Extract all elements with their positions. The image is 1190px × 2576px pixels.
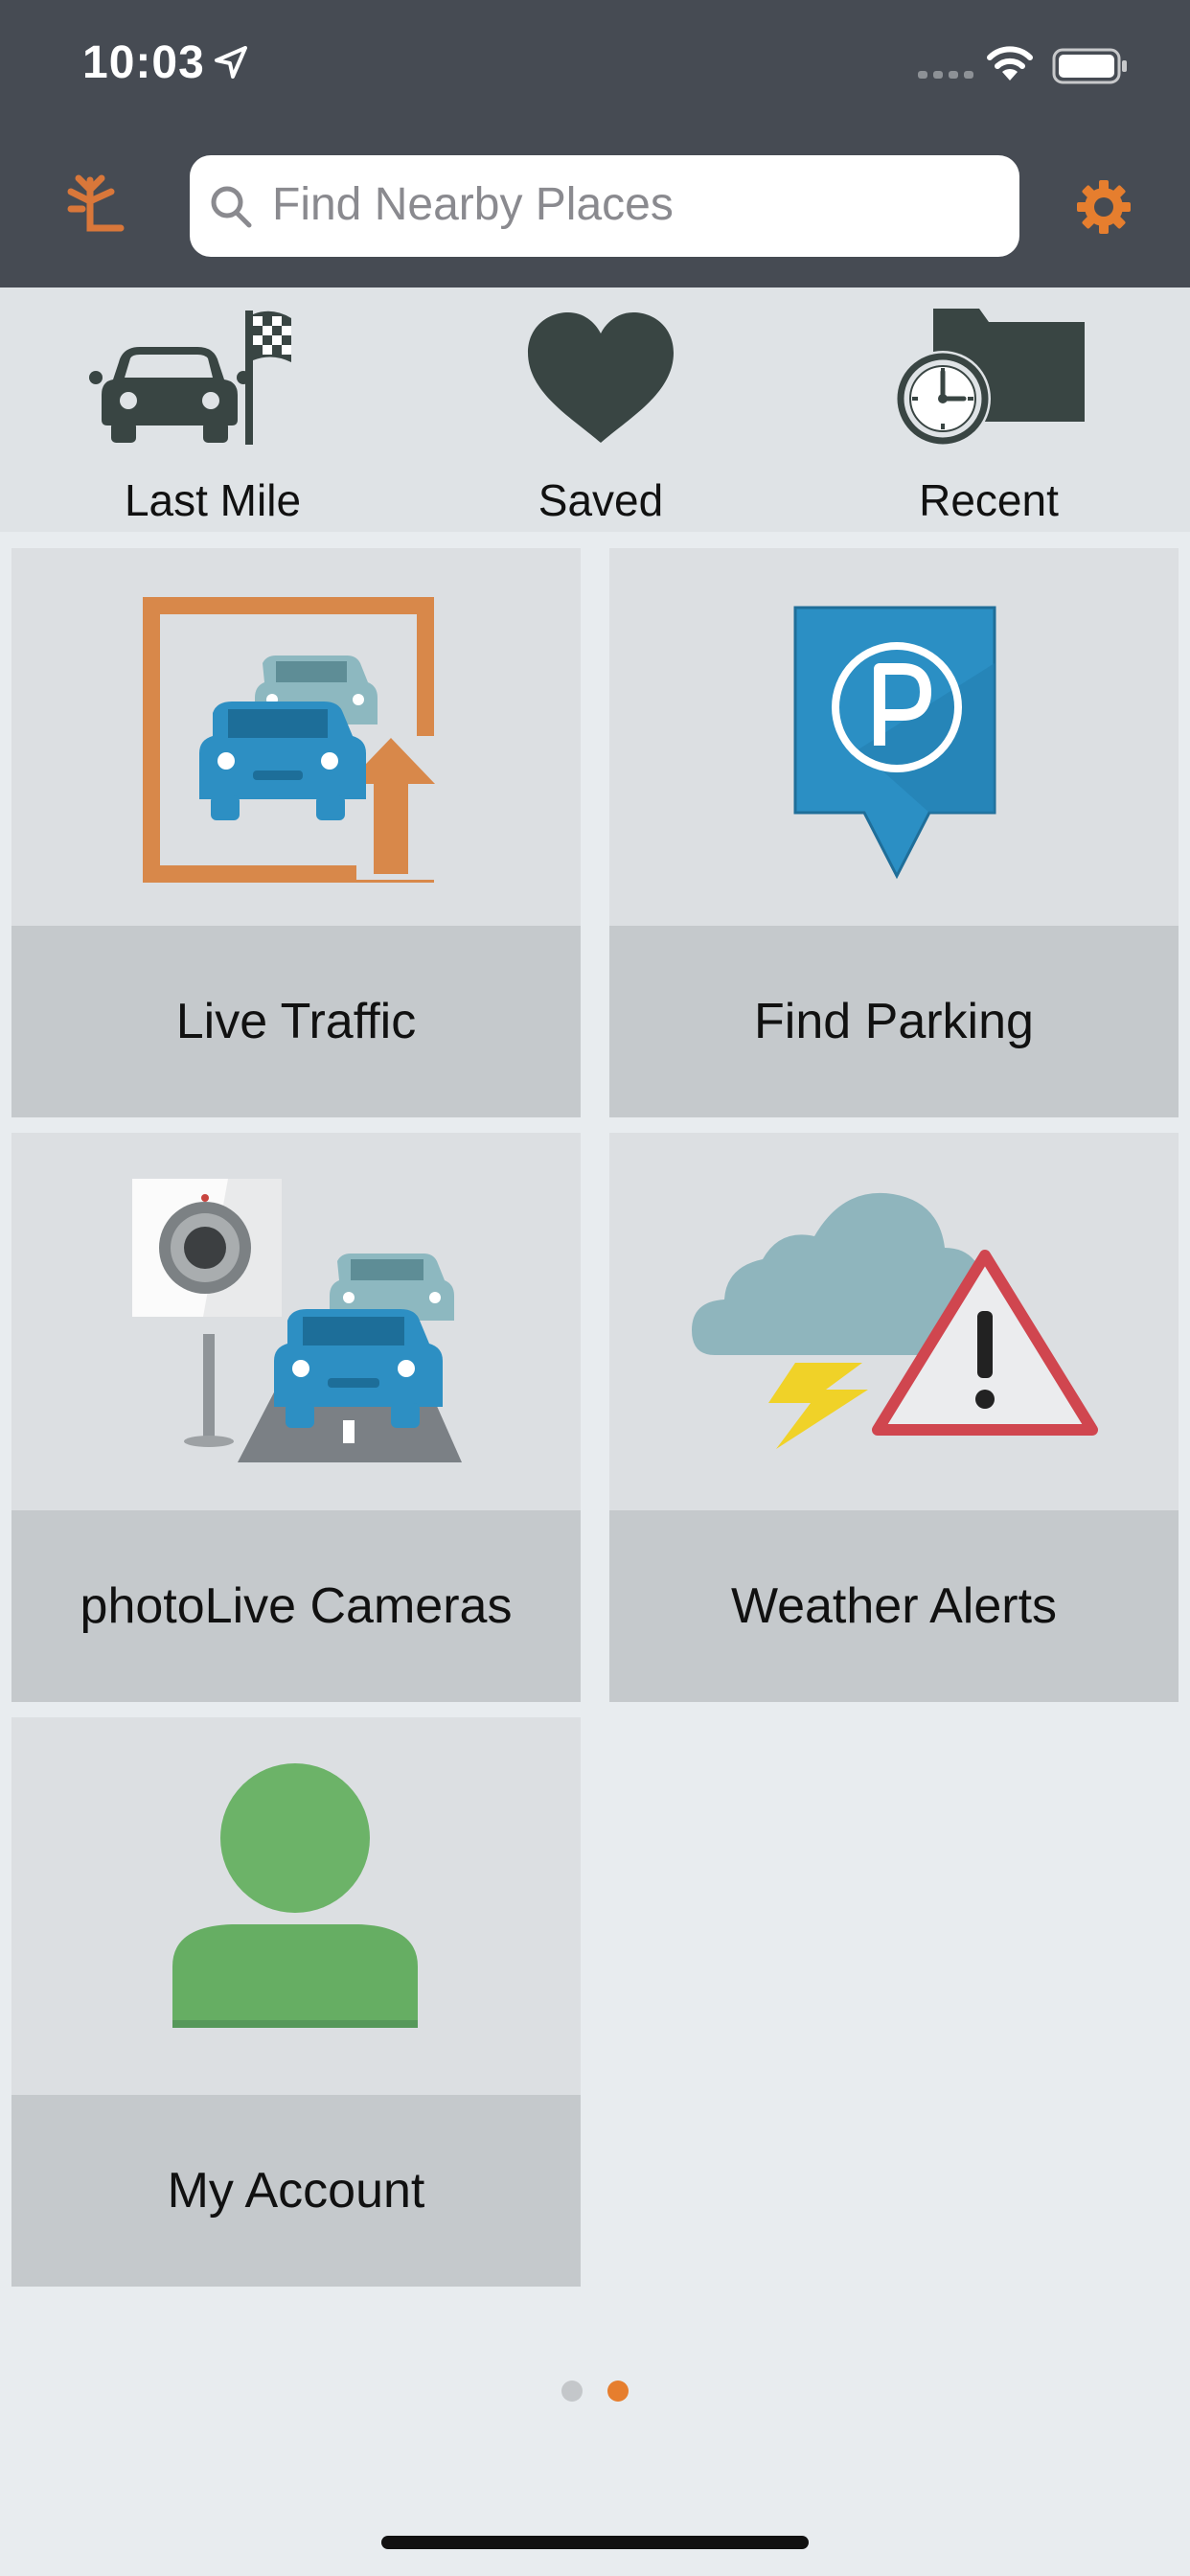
quick-label: Last Mile <box>124 475 302 525</box>
search-input[interactable]: Find Nearby Places <box>190 155 1019 257</box>
status-time: 10:03 <box>82 37 205 88</box>
traffic-camera-icon <box>132 1179 462 1462</box>
wifi-icon <box>987 46 1033 80</box>
page-dot-2-active[interactable] <box>607 2380 629 2402</box>
cellular-signal-icon <box>918 71 973 79</box>
tile-my-account[interactable]: My Account <box>11 1717 581 2287</box>
quick-access-row: Last Mile Saved Recent <box>0 288 1190 532</box>
page-indicator[interactable] <box>556 2380 632 2404</box>
quick-label: Recent <box>919 475 1059 525</box>
clock-folder-icon <box>895 309 1085 447</box>
location-arrow-icon <box>215 46 247 79</box>
tile-find-parking[interactable]: Find Parking <box>609 548 1179 1117</box>
home-indicator[interactable] <box>381 2536 809 2549</box>
quick-label: Saved <box>538 475 664 525</box>
app-logo-icon[interactable] <box>57 172 134 242</box>
tile-weather-alerts[interactable]: Weather Alerts <box>609 1133 1179 1702</box>
page-dot-1[interactable] <box>561 2380 583 2402</box>
live-traffic-icon <box>143 597 443 883</box>
tile-live-traffic[interactable]: Live Traffic <box>11 548 581 1117</box>
tile-label: My Account <box>167 2163 425 2219</box>
tile-label: Weather Alerts <box>730 1578 1058 1634</box>
weather-alert-icon <box>692 1192 1098 1449</box>
search-icon <box>211 186 252 228</box>
tile-label: photoLive Cameras <box>80 1578 513 1634</box>
tile-label: Find Parking <box>754 994 1034 1049</box>
battery-icon <box>1052 48 1127 84</box>
tile-photolive-cameras[interactable]: photoLive Cameras <box>11 1133 581 1702</box>
quick-last-mile[interactable]: Last Mile <box>69 288 356 532</box>
quick-recent[interactable]: Recent <box>845 288 1133 532</box>
user-account-icon <box>172 1763 418 2028</box>
parking-sign-icon <box>793 606 996 880</box>
top-bar: 10:03 Find Nearby Places <box>0 0 1190 288</box>
heart-icon <box>528 312 674 443</box>
tile-label: Live Traffic <box>175 994 417 1049</box>
car-finish-flag-icon <box>89 310 291 445</box>
search-placeholder: Find Nearby Places <box>272 179 674 230</box>
quick-saved[interactable]: Saved <box>457 288 744 532</box>
settings-gear-icon[interactable] <box>1073 176 1134 238</box>
